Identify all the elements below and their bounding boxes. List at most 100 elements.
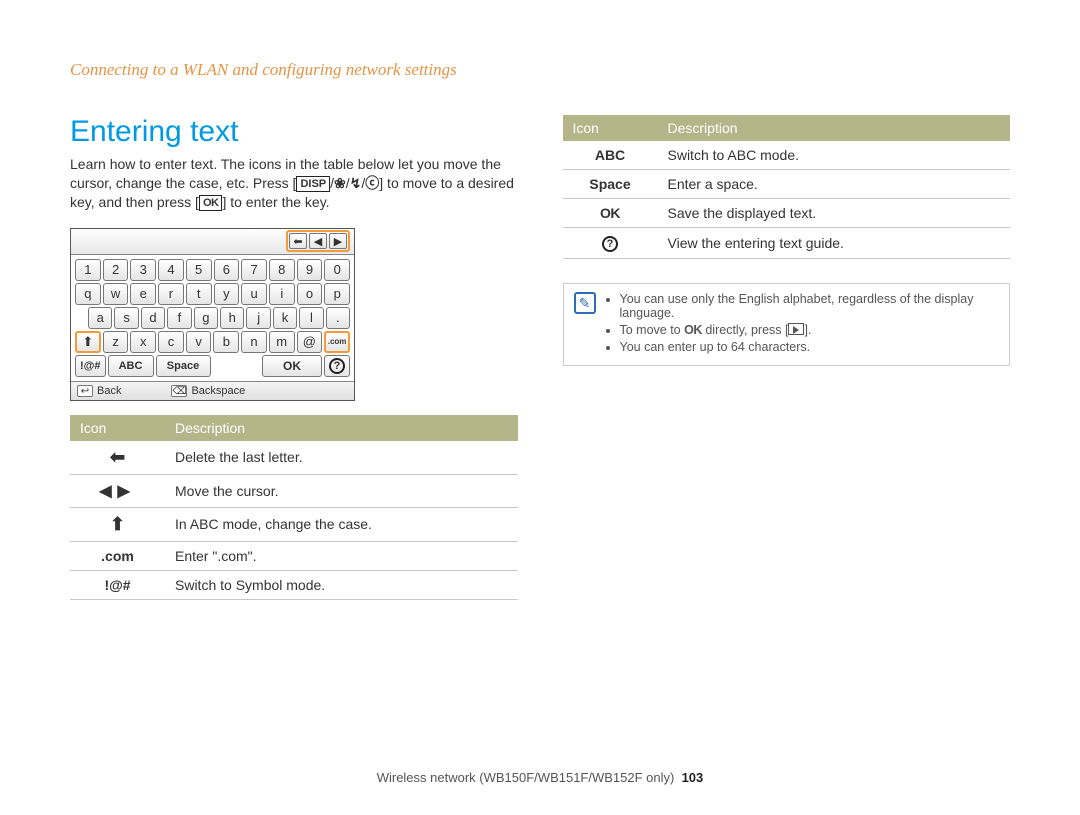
keyboard-body: 1 2 3 4 5 6 7 8 9 0 q w e r t y xyxy=(71,255,354,381)
note-box: ✎ You can use only the English alphabet,… xyxy=(563,283,1011,366)
key-g[interactable]: g xyxy=(194,307,218,329)
table-row: !@# Switch to Symbol mode. xyxy=(70,570,518,599)
key-f[interactable]: f xyxy=(167,307,191,329)
table-row: ◀▶ Move the cursor. xyxy=(70,474,518,507)
key-k[interactable]: k xyxy=(273,307,297,329)
key-at[interactable]: @ xyxy=(297,331,323,353)
key-2[interactable]: 2 xyxy=(103,259,129,281)
key-n[interactable]: n xyxy=(241,331,267,353)
cursor-right-key[interactable]: ▶ xyxy=(329,233,347,249)
keyboard-row-4: ⬆ z x c v b n m @ .com xyxy=(75,331,350,353)
key-x[interactable]: x xyxy=(130,331,156,353)
key-symbol-mode[interactable]: !@# xyxy=(75,355,106,377)
th-icon: Icon xyxy=(563,115,658,141)
desc-cell: Move the cursor. xyxy=(165,474,518,507)
page-footer: Wireless network (WB150F/WB151F/WB152F o… xyxy=(0,770,1080,785)
table-row: .com Enter ".com". xyxy=(70,541,518,570)
key-z[interactable]: z xyxy=(103,331,129,353)
icon-table-left: Icon Description ⬅ Delete the last lette… xyxy=(70,415,518,600)
key-4[interactable]: 4 xyxy=(158,259,184,281)
key-d[interactable]: d xyxy=(141,307,165,329)
key-5[interactable]: 5 xyxy=(186,259,212,281)
key-a[interactable]: a xyxy=(88,307,112,329)
key-8[interactable]: 8 xyxy=(269,259,295,281)
keyboard-row-2: q w e r t y u i o p xyxy=(75,283,350,305)
desc-cell: In ABC mode, change the case. xyxy=(165,507,518,541)
onscreen-keyboard: ⬅ ◀ ▶ 1 2 3 4 5 6 7 8 9 0 xyxy=(70,228,355,401)
desc-cell: Switch to Symbol mode. xyxy=(165,570,518,599)
com-label: .com xyxy=(70,541,165,570)
play-icon xyxy=(788,323,804,335)
key-space[interactable]: Space xyxy=(156,355,211,377)
footer-back: ↩ Back xyxy=(77,385,121,397)
key-j[interactable]: j xyxy=(246,307,270,329)
th-description: Description xyxy=(658,115,1011,141)
key-e[interactable]: e xyxy=(130,283,156,305)
delete-arrow-icon: ⬅ xyxy=(110,447,125,467)
key-6[interactable]: 6 xyxy=(214,259,240,281)
key-9[interactable]: 9 xyxy=(297,259,323,281)
key-y[interactable]: y xyxy=(214,283,240,305)
key-u[interactable]: u xyxy=(241,283,267,305)
key-3[interactable]: 3 xyxy=(130,259,156,281)
key-b[interactable]: b xyxy=(213,331,239,353)
keyboard-row-1: 1 2 3 4 5 6 7 8 9 0 xyxy=(75,259,350,281)
cursor-left-key[interactable]: ◀ xyxy=(309,233,327,249)
symbol-mode-label: !@# xyxy=(70,570,165,599)
note-icon: ✎ xyxy=(574,292,596,314)
key-1[interactable]: 1 xyxy=(75,259,101,281)
key-m[interactable]: m xyxy=(269,331,295,353)
key-shift[interactable]: ⬆ xyxy=(75,331,101,353)
keyboard-row-3: a s d f g h j k l . xyxy=(75,307,350,329)
note-item: You can use only the English alphabet, r… xyxy=(620,292,1000,320)
footer-backspace: ⌫ Backspace xyxy=(171,385,245,397)
key-s[interactable]: s xyxy=(114,307,138,329)
section-heading: Entering text xyxy=(70,115,518,149)
key-c[interactable]: c xyxy=(158,331,184,353)
key-v[interactable]: v xyxy=(186,331,212,353)
disp-button-glyph: DISP xyxy=(296,176,330,192)
keyboard-top-bar: ⬅ ◀ ▶ xyxy=(71,229,354,255)
key-o[interactable]: o xyxy=(297,283,323,305)
key-h[interactable]: h xyxy=(220,307,244,329)
desc-cell: Delete the last letter. xyxy=(165,441,518,475)
flash-icon: ↯ xyxy=(350,175,362,191)
table-row: ⬆ In ABC mode, change the case. xyxy=(70,507,518,541)
timer-icon: ⓒ xyxy=(365,175,379,191)
table-row: Space Enter a space. xyxy=(563,170,1011,199)
key-0[interactable]: 0 xyxy=(324,259,350,281)
table-row: OK Save the displayed text. xyxy=(563,199,1011,228)
key-period[interactable]: . xyxy=(326,307,350,329)
note-item: To move to OK directly, press []. xyxy=(620,323,1000,337)
space-label: Space xyxy=(563,170,658,199)
desc-cell: Enter a space. xyxy=(658,170,1011,199)
key-7[interactable]: 7 xyxy=(241,259,267,281)
macro-down-icon: ❀ xyxy=(334,175,346,191)
key-w[interactable]: w xyxy=(103,283,129,305)
key-l[interactable]: l xyxy=(299,307,323,329)
right-column: Icon Description ABC Switch to ABC mode.… xyxy=(563,115,1011,600)
intro-paragraph: Learn how to enter text. The icons in th… xyxy=(70,155,518,212)
desc-cell: Save the displayed text. xyxy=(658,199,1011,228)
back-icon: ↩ xyxy=(77,385,93,397)
footer-text: Wireless network (WB150F/WB151F/WB152F o… xyxy=(377,770,675,785)
keyboard-row-5: !@# ABC Space OK ? xyxy=(75,355,350,377)
footer-back-label: Back xyxy=(97,385,121,397)
key-abc-mode[interactable]: ABC xyxy=(108,355,154,377)
key-r[interactable]: r xyxy=(158,283,184,305)
key-info[interactable]: ? xyxy=(324,355,350,377)
ok-button-glyph: OK xyxy=(199,195,223,211)
footer-backspace-label: Backspace xyxy=(191,385,245,397)
key-t[interactable]: t xyxy=(186,283,212,305)
ok-glyph: OK xyxy=(684,323,702,337)
intro-text-3: ] to enter the key. xyxy=(222,194,329,210)
key-q[interactable]: q xyxy=(75,283,101,305)
delete-left-key[interactable]: ⬅ xyxy=(289,233,307,249)
info-icon: ? xyxy=(329,358,345,374)
key-ok[interactable]: OK xyxy=(262,355,322,377)
key-i[interactable]: i xyxy=(269,283,295,305)
key-com[interactable]: .com xyxy=(324,331,350,353)
backspace-icon: ⌫ xyxy=(171,385,187,397)
key-p[interactable]: p xyxy=(324,283,350,305)
shift-arrow-icon: ⬆ xyxy=(110,514,125,534)
